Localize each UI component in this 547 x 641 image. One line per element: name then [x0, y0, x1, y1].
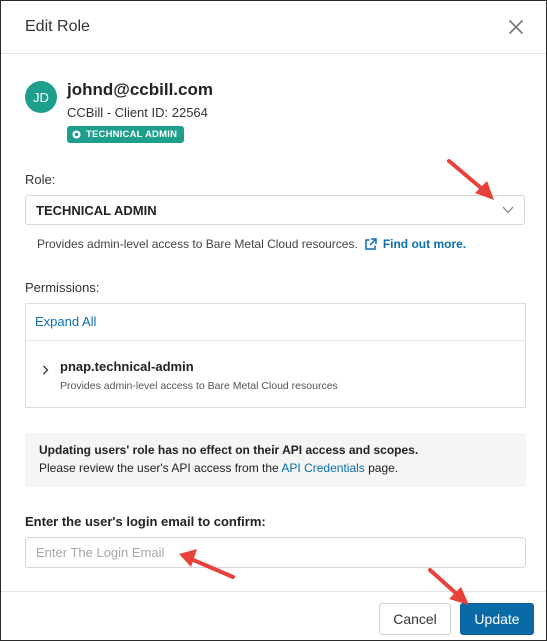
update-button[interactable]: Update [460, 603, 534, 635]
find-out-more-label: Find out more. [382, 237, 467, 251]
cancel-button[interactable]: Cancel [379, 603, 451, 635]
notice-body: Please review the user's API access from… [39, 461, 512, 475]
role-label: Role: [25, 172, 56, 187]
avatar: JD [25, 81, 57, 113]
permissions-label: Permissions: [25, 280, 100, 295]
role-badge-label: TECHNICAL ADMIN [86, 129, 178, 140]
modal-header: Edit Role [1, 1, 546, 54]
chevron-right-icon[interactable] [42, 362, 49, 380]
notice-body-prefix: Please review the user's API access from… [39, 461, 279, 475]
close-icon[interactable] [506, 17, 526, 37]
role-description-text: Provides admin-level access to Bare Meta… [37, 237, 358, 251]
user-info: johnd@ccbill.com CCBill - Client ID: 225… [67, 79, 213, 144]
modal-footer: Cancel Update [1, 591, 546, 641]
chevron-down-icon[interactable] [502, 206, 514, 214]
api-credentials-link[interactable]: API Credentials [281, 461, 364, 475]
user-client-id: CCBill - Client ID: 22564 [67, 105, 208, 120]
modal-title: Edit Role [25, 18, 90, 35]
user-summary: JD johnd@ccbill.com CCBill - Client ID: … [25, 79, 213, 144]
login-email-input[interactable] [25, 537, 526, 568]
find-out-more-link[interactable]: Find out more. [364, 237, 466, 251]
permission-name: pnap.technical-admin [60, 359, 194, 374]
role-select[interactable]: TECHNICAL ADMIN [25, 195, 525, 225]
expand-all-link[interactable]: Expand All [26, 304, 525, 341]
edit-role-modal: Edit Role JD johnd@ccbill.com CCBill - C… [0, 0, 547, 641]
external-link-icon [365, 237, 377, 250]
notice-title: Updating users' role has no effect on th… [39, 443, 419, 457]
user-email: johnd@ccbill.com [67, 80, 213, 99]
role-badge: TECHNICAL ADMIN [67, 126, 185, 143]
shield-icon [72, 130, 81, 139]
role-description: Provides admin-level access to Bare Meta… [37, 237, 466, 251]
notice-body-suffix: page. [368, 461, 399, 475]
permission-description: Provides admin-level access to Bare Meta… [60, 380, 338, 392]
role-select-value: TECHNICAL ADMIN [36, 202, 157, 218]
permission-item[interactable]: pnap.technical-admin Provides admin-leve… [26, 341, 525, 392]
permissions-panel: Expand All pnap.technical-admin Provides… [25, 303, 526, 408]
confirm-email-label: Enter the user's login email to confirm: [25, 514, 266, 529]
api-access-notice: Updating users' role has no effect on th… [25, 433, 526, 487]
